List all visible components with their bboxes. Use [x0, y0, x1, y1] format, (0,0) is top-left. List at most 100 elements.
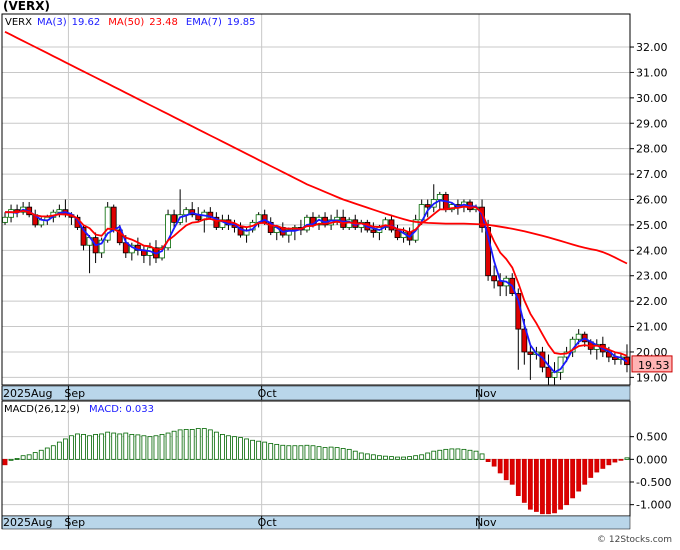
macd-histogram-bar — [56, 441, 62, 460]
macd-histogram-bar — [401, 456, 406, 460]
macd-histogram-bar — [576, 458, 582, 492]
macd-histogram-bar — [201, 428, 207, 460]
macd-histogram-bar — [304, 444, 310, 460]
macd-histogram-bar — [123, 432, 129, 460]
macd-histogram-bar — [274, 443, 280, 460]
macd-histogram-bar — [99, 433, 105, 460]
candle-body — [110, 206, 117, 231]
macd-histogram-bar — [63, 438, 68, 460]
macd-histogram-bar — [473, 450, 479, 460]
macd-histogram-bar — [389, 456, 394, 460]
macd-histogram-bar — [624, 457, 630, 460]
macd-histogram-bar — [509, 458, 515, 485]
macd-histogram-bar — [485, 458, 491, 463]
macd-histogram-bar — [443, 448, 449, 460]
macd-histogram-bar — [461, 448, 467, 460]
macd-histogram-bar — [153, 435, 159, 460]
macd-date-axis-bar — [1, 515, 631, 530]
macd-legend-value: 0.033 — [125, 404, 154, 415]
legend-value: 23.48 — [149, 17, 178, 28]
macd-histogram-bar — [316, 446, 322, 460]
price-y-tick-label: 31.00 — [636, 66, 668, 79]
macd-histogram-bar — [425, 452, 431, 460]
macd-y-tick-label: 0.500 — [636, 431, 668, 444]
macd-y-tick-label: -0.500 — [636, 476, 671, 489]
macd-histogram-bar — [38, 449, 44, 460]
macd-histogram-bar — [370, 454, 376, 460]
macd-histogram-bar — [546, 458, 551, 515]
macd-histogram-bar — [582, 458, 588, 485]
macd-histogram-bar — [467, 449, 473, 460]
macd-histogram-bar — [558, 458, 563, 510]
macd-histogram-bar — [117, 433, 123, 460]
macd-histogram-bar — [521, 458, 527, 503]
price-y-tick-label: 30.00 — [636, 92, 668, 105]
macd-histogram-bar — [213, 431, 219, 460]
macd-histogram-bar — [226, 435, 231, 460]
macd-histogram-bar — [383, 455, 388, 460]
macd-histogram-bar — [618, 458, 624, 461]
macd-histogram-bar — [352, 450, 358, 460]
macd-histogram-bar — [292, 445, 298, 460]
price-y-tick-label: 26.00 — [636, 194, 668, 207]
chart-canvas: 19.0020.0021.0022.0023.0024.0025.0026.00… — [1, 0, 673, 545]
candle-body — [370, 229, 377, 233]
price-y-tick-label: 19.00 — [636, 371, 668, 384]
macd-histogram-bar — [244, 438, 249, 460]
macd-date-label: Oct — [258, 516, 278, 529]
macd-date-label: Sep — [64, 516, 85, 529]
candle-body — [527, 351, 534, 355]
macd-histogram-bar — [220, 433, 225, 460]
macd-histogram-bar — [497, 458, 503, 474]
macd-histogram-bar — [69, 435, 74, 460]
macd-histogram-bar — [310, 445, 316, 460]
price-y-tick-label: 28.00 — [636, 143, 668, 156]
candle-body — [2, 216, 8, 223]
macd-histogram-bar — [129, 433, 135, 460]
price-date-label: Sep — [64, 387, 85, 400]
macd-histogram-bar — [195, 428, 201, 460]
chart-title: (VERX) — [3, 0, 50, 13]
macd-histogram-bar — [87, 435, 92, 460]
macd-histogram-bar — [207, 429, 213, 460]
legend-label: MA(50) — [108, 17, 144, 28]
candle-body — [334, 216, 341, 221]
macd-histogram-bar — [552, 458, 557, 514]
macd-histogram-bar — [238, 437, 243, 460]
macd-histogram-bar — [503, 458, 509, 481]
macd-histogram-bar — [322, 447, 328, 460]
macd-legend-label: MACD(26,12,9) — [4, 404, 80, 415]
macd-histogram-bar — [395, 456, 400, 460]
legend-value: 19.62 — [72, 17, 101, 28]
macd-histogram-bar — [2, 458, 8, 466]
price-y-tick-label: 27.00 — [636, 168, 668, 181]
price-y-tick-label: 24.00 — [636, 244, 668, 257]
macd-histogram-bar — [232, 436, 237, 460]
macd-histogram-bar — [14, 458, 20, 460]
legend-label: VERX — [5, 17, 32, 28]
price-y-tick-label: 22.00 — [636, 295, 668, 308]
legend-label: EMA(7) — [186, 17, 222, 28]
macd-histogram-bar — [183, 429, 189, 460]
last-price-label: 19.53 — [638, 359, 670, 372]
macd-histogram-bar — [26, 454, 32, 460]
macd-y-tick-label: -1.000 — [636, 499, 671, 512]
macd-histogram-bar — [256, 440, 262, 460]
macd-histogram-bar — [177, 429, 183, 460]
macd-histogram-bar — [147, 436, 153, 460]
stock-chart: 19.00 20.00 21.00 22.00 23.00 24.00 25.00 26.00… — [0, 0, 680, 546]
macd-histogram-bar — [564, 458, 569, 506]
macd-histogram-bar — [8, 458, 14, 461]
macd-histogram-bar — [250, 439, 255, 460]
macd-histogram-bar — [44, 447, 50, 460]
price-y-tick-label: 32.00 — [636, 41, 668, 54]
macd-histogram-bar — [588, 458, 594, 478]
candle-body — [56, 209, 63, 213]
legend-label: MA(3) — [37, 17, 67, 28]
macd-histogram-bar — [570, 458, 576, 499]
macd-histogram-bar — [491, 458, 497, 467]
price-date-axis-bar — [1, 385, 631, 401]
macd-histogram-bar — [600, 458, 606, 469]
price-date-label: Nov — [475, 387, 497, 400]
macd-histogram-bar — [540, 458, 545, 515]
